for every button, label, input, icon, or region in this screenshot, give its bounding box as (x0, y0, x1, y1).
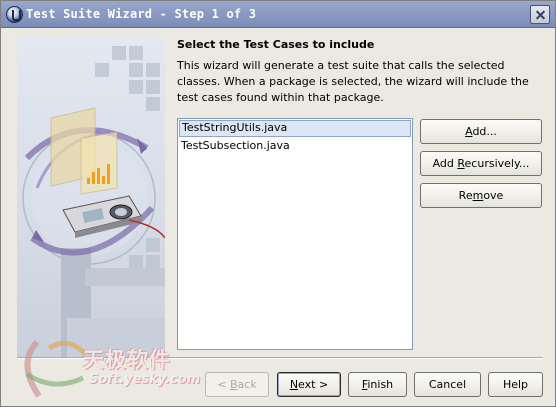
next-button[interactable]: Next > (277, 372, 341, 397)
list-item[interactable]: TestSubsection.java (179, 138, 411, 155)
help-button-label: Help (502, 378, 529, 391)
back-button[interactable]: < Back (205, 372, 269, 397)
test-case-list[interactable]: TestStringUtils.java TestSubsection.java (177, 118, 413, 350)
add-recursively-button[interactable]: Add Recursively... (420, 151, 542, 176)
finish-button-label: Finish (361, 378, 394, 391)
add-recursively-button-label: Add Recursively... (432, 157, 530, 170)
remove-button[interactable]: Remove (420, 183, 542, 208)
page-heading: Select the Test Cases to include (177, 38, 375, 51)
page-description: This wizard will generate a test suite t… (177, 59, 529, 104)
list-item-label: TestSubsection.java (181, 139, 290, 152)
wizard-window: Test Suite Wizard - Step 1 of 3 Select t… (0, 0, 556, 407)
window-title: Test Suite Wizard - Step 1 of 3 (26, 7, 257, 21)
add-button[interactable]: Add... (420, 119, 542, 144)
list-item[interactable]: TestStringUtils.java (179, 120, 411, 137)
list-item-label: TestStringUtils.java (182, 121, 288, 134)
watermark-text: 天极软件 (83, 348, 171, 372)
close-icon[interactable] (530, 5, 550, 24)
watermark-url: Soft.yesky.com (89, 372, 201, 387)
back-button-label: < Back (217, 378, 257, 391)
next-button-label: Next > (289, 378, 329, 391)
remove-button-label: Remove (458, 189, 504, 202)
finish-button[interactable]: Finish (348, 372, 407, 397)
add-button-label: Add... (465, 125, 497, 138)
title-bar[interactable]: Test Suite Wizard - Step 1 of 3 (1, 1, 555, 28)
app-logo-icon[interactable] (6, 6, 23, 23)
cancel-button-label: Cancel (428, 378, 467, 391)
cancel-button[interactable]: Cancel (414, 372, 481, 397)
help-button[interactable]: Help (488, 372, 543, 397)
wizard-banner-illustration (17, 38, 165, 358)
wizard-illustration-icon (22, 46, 165, 358)
